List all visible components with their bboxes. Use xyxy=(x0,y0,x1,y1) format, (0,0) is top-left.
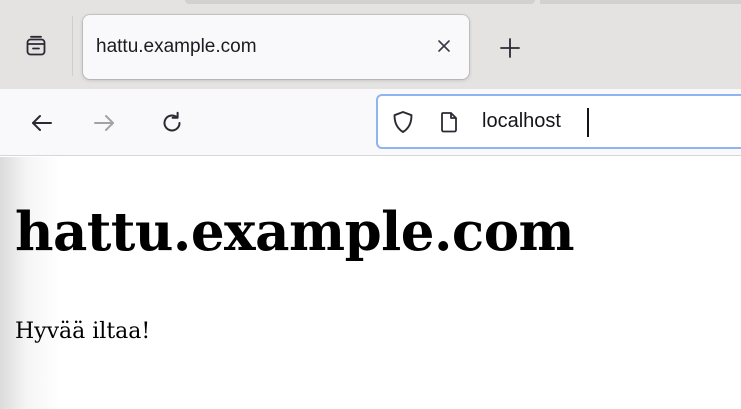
reload-icon xyxy=(160,111,184,135)
text-caret xyxy=(587,108,589,137)
forward-button[interactable] xyxy=(86,105,122,141)
content-edge-shadow xyxy=(0,157,60,409)
url-bar[interactable]: localhost xyxy=(376,94,741,149)
page-paragraph: Hyvää iltaa! xyxy=(15,319,151,344)
tab-strip: hattu.example.com xyxy=(0,0,741,89)
arrow-left-icon xyxy=(29,110,55,136)
tab-separator xyxy=(72,16,73,76)
browser-window: hattu.example.com localhost hattu.exampl… xyxy=(0,0,741,409)
tabstrip-edge xyxy=(185,0,535,4)
tab-close-button[interactable] xyxy=(427,29,461,63)
reload-button[interactable] xyxy=(154,105,190,141)
site-info-button[interactable] xyxy=(436,109,462,135)
tab-title: hattu.example.com xyxy=(96,36,257,57)
close-icon xyxy=(436,38,452,54)
new-tab-button[interactable] xyxy=(490,30,530,66)
tracking-protection-button[interactable] xyxy=(390,109,416,135)
page-heading: hattu.example.com xyxy=(15,201,575,263)
arrow-right-icon xyxy=(91,110,117,136)
back-button[interactable] xyxy=(24,105,60,141)
tab-active[interactable]: hattu.example.com xyxy=(83,15,469,79)
shield-icon xyxy=(392,110,414,134)
navigation-toolbar: localhost xyxy=(0,89,741,156)
url-input[interactable]: localhost xyxy=(482,110,561,133)
page-icon xyxy=(439,111,459,133)
tabstrip-edge xyxy=(540,0,741,4)
page-content: hattu.example.com Hyvää iltaa! xyxy=(0,157,741,409)
tab-overview-icon xyxy=(25,35,47,57)
plus-icon xyxy=(499,37,521,59)
tab-overview-button[interactable] xyxy=(21,31,51,61)
